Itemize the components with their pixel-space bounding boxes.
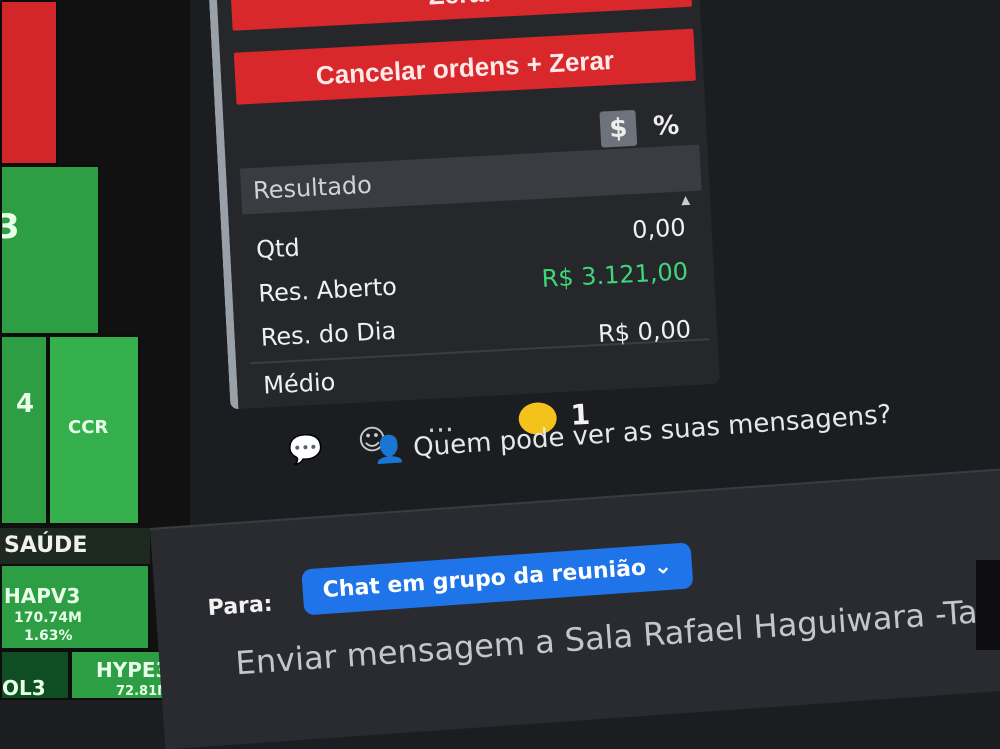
heatmap-tile-hapv3[interactable]: HAPV3 170.74M 1.63% bbox=[0, 564, 150, 650]
tile-volume: 170.74M bbox=[14, 610, 82, 626]
monitor-bezel bbox=[976, 560, 1000, 650]
row-label: Médio bbox=[262, 367, 337, 400]
tile-label: OL3 bbox=[2, 676, 46, 700]
compose-area: Para: Chat em grupo da reunião ⌄ Enviar … bbox=[150, 465, 1000, 749]
tile-change: 1.63% bbox=[24, 628, 73, 644]
heatmap-tile[interactable]: CCR bbox=[48, 335, 140, 525]
visibility-info[interactable]: 👤 Quem pode ver as suas mensagens? bbox=[372, 400, 892, 466]
recipient-chip[interactable]: Chat em grupo da reunião ⌄ bbox=[301, 542, 694, 616]
people-icon: 👤 bbox=[372, 433, 407, 466]
percent-toggle[interactable]: % bbox=[647, 107, 685, 145]
visibility-link[interactable]: Quem pode ver as suas mensagens? bbox=[412, 400, 892, 463]
sector-label: SAÚDE bbox=[0, 528, 150, 564]
heatmap-tile[interactable]: 3 bbox=[0, 165, 100, 335]
recipient-chip-label: Chat em grupo da reunião bbox=[321, 555, 647, 604]
tile-label: CCR bbox=[68, 417, 109, 438]
heatmap-tile[interactable]: 4 bbox=[0, 335, 48, 525]
row-value: R$ 0,00 bbox=[597, 315, 692, 349]
reply-icon[interactable]: 💬 bbox=[287, 432, 324, 467]
cancel-orders-zerar-button[interactable]: Cancelar ordens + Zerar bbox=[233, 28, 696, 105]
row-label: Res. do Dia bbox=[260, 316, 397, 352]
order-panel: Zerar Cancelar ordens + Zerar $ % Result… bbox=[208, 0, 720, 410]
heatmap-tile-red[interactable] bbox=[0, 0, 58, 165]
to-label: Para: bbox=[206, 591, 274, 622]
row-value: 0,00 bbox=[631, 213, 687, 245]
tile-label: 3 bbox=[2, 207, 20, 247]
chevron-down-icon: ⌄ bbox=[652, 553, 673, 580]
zerar-button[interactable]: Zerar bbox=[229, 0, 693, 31]
currency-toggle[interactable]: $ bbox=[599, 109, 638, 148]
message-actions: 💬 ☺ ··· 1 bbox=[280, 398, 591, 472]
tile-label: 4 bbox=[16, 389, 35, 419]
row-label: Qtd bbox=[255, 233, 301, 264]
row-label: Res. Aberto bbox=[257, 272, 398, 308]
heatmap-tile[interactable]: OL3 bbox=[0, 650, 70, 700]
row-value: R$ 3.121,00 bbox=[540, 257, 689, 293]
tile-ticker: HAPV3 bbox=[4, 584, 81, 608]
